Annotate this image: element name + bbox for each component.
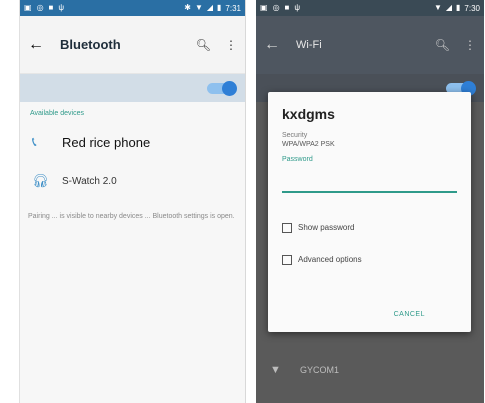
more-options-icon[interactable]: ⋮: [225, 38, 237, 52]
visibility-note: Pairing ... is visible to nearby devices…: [28, 213, 235, 220]
device-item[interactable]: 🎧︎ S-Watch 2.0: [20, 163, 245, 199]
bluetooth-switch[interactable]: [207, 80, 237, 96]
bluetooth-icon: ✱: [184, 3, 191, 12]
bluetooth-screen: ▣ ◎ ■ ψ ✱ ▼ ◢ ▮ 7:31 ← Bluetooth 🔍︎ ⋮ Av…: [19, 0, 246, 403]
show-password-checkbox[interactable]: [282, 222, 292, 233]
battery-icon: ▮: [217, 3, 222, 12]
bluetooth-toggle-row[interactable]: [20, 74, 245, 102]
status-time: 7:31: [225, 3, 241, 13]
device-name: S-Watch 2.0: [62, 175, 117, 187]
wifi-signal-icon: ▼: [270, 364, 281, 376]
back-arrow-icon[interactable]: ←: [264, 36, 292, 54]
advanced-options-checkbox[interactable]: [282, 254, 292, 265]
device-item[interactable]: 📞︎ Red rice phone: [20, 124, 245, 160]
notification-icon: ◎: [36, 3, 44, 12]
more-options-icon[interactable]: ⋮: [464, 38, 476, 52]
dialog-title: kxdgms: [282, 106, 335, 122]
device-name: Red rice phone: [62, 134, 151, 150]
cancel-button[interactable]: CANCEL: [394, 311, 425, 318]
show-password-row[interactable]: Show password: [282, 222, 457, 233]
notification-icon: ▣: [24, 3, 32, 12]
usb-icon: ψ: [58, 3, 65, 12]
search-icon[interactable]: 🔍︎: [196, 38, 211, 52]
battery-icon: ▮: [456, 3, 461, 12]
password-input[interactable]: [282, 183, 457, 193]
security-label: Security: [282, 132, 308, 139]
advanced-options-row[interactable]: Advanced options: [282, 254, 457, 265]
wifi-icon: ▼: [433, 3, 442, 12]
lock-icon: ■: [284, 3, 290, 12]
password-label: Password: [282, 156, 313, 163]
page-title: Wi-Fi: [296, 39, 322, 51]
security-value: WPA/WPA2 PSK: [282, 141, 335, 148]
page-title: Bluetooth: [60, 37, 121, 52]
notification-icon: ◎: [272, 3, 280, 12]
signal-icon: ◢: [206, 3, 214, 12]
app-bar: ← Bluetooth 🔍︎ ⋮: [20, 16, 245, 74]
notification-icon: ▣: [260, 3, 268, 12]
usb-icon: ψ: [294, 3, 301, 12]
lock-icon: ■: [48, 3, 54, 12]
section-label: Available devices: [30, 110, 84, 117]
status-time: 7:30: [464, 3, 480, 13]
wifi-screen: ▣ ◎ ■ ψ ▼ ◢ ▮ 7:30 ← Wi-Fi 🔍︎ ⋮ ▼ GYCOM1…: [256, 0, 484, 403]
headphones-icon: 🎧︎: [32, 173, 49, 188]
status-bar: ▣ ◎ ■ ψ ✱ ▼ ◢ ▮ 7:31: [20, 0, 245, 16]
network-name: GYCOM1: [300, 365, 340, 375]
wifi-icon: ▼: [194, 3, 203, 12]
phone-icon: 📞︎: [32, 134, 37, 149]
status-bar: ▣ ◎ ■ ψ ▼ ◢ ▮ 7:30: [256, 0, 484, 16]
network-item[interactable]: ▼ GYCOM1: [256, 355, 484, 385]
show-password-label: Show password: [298, 223, 355, 232]
app-bar: ← Wi-Fi 🔍︎ ⋮: [256, 16, 484, 74]
back-arrow-icon[interactable]: ←: [28, 36, 56, 54]
wifi-connect-dialog: kxdgms Security WPA/WPA2 PSK Password Sh…: [268, 92, 471, 332]
advanced-options-label: Advanced options: [298, 255, 362, 264]
search-icon[interactable]: 🔍︎: [435, 38, 450, 52]
signal-icon: ◢: [445, 3, 453, 12]
